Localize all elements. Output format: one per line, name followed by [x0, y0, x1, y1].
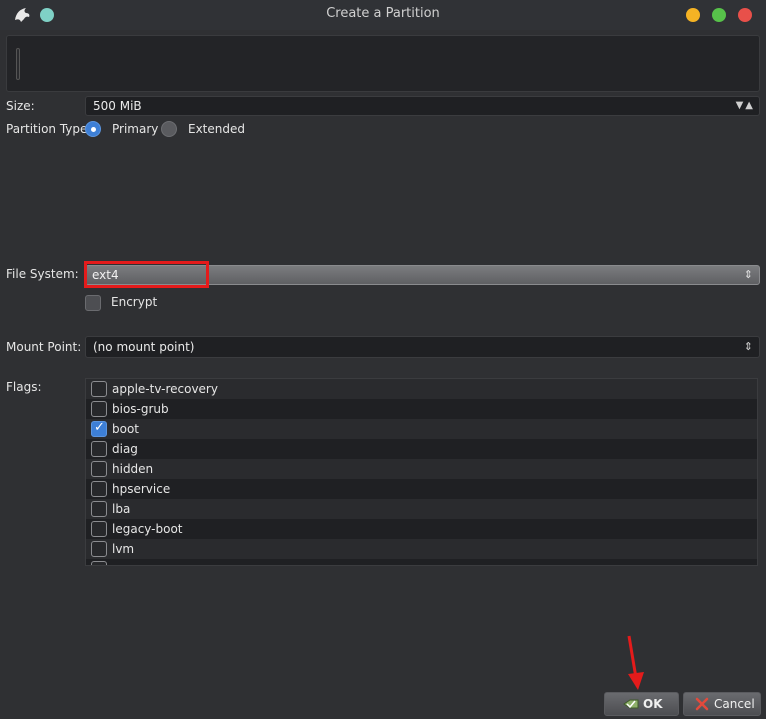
file-system-label: File System: — [6, 267, 79, 281]
flag-checkbox[interactable] — [91, 420, 107, 437]
close-button[interactable] — [738, 8, 752, 22]
flag-name: diag — [112, 442, 138, 456]
primary-radio-label[interactable]: Primary — [112, 122, 158, 136]
spin-arrows-icon[interactable]: ▼▲ — [736, 100, 755, 111]
cancel-icon — [695, 697, 709, 711]
flag-checkbox[interactable] — [91, 461, 107, 477]
flag-name: legacy-boot — [112, 522, 183, 536]
flag-checkbox[interactable] — [91, 441, 107, 457]
list-item[interactable]: legacy-boot — [86, 519, 757, 539]
size-spinbox[interactable]: 500 MiB ▼▲ — [85, 96, 760, 116]
list-item[interactable]: lba — [86, 499, 757, 519]
flag-name: hidden — [112, 462, 154, 476]
primary-radio[interactable] — [85, 121, 101, 137]
flag-checkbox[interactable] — [91, 541, 107, 557]
list-item[interactable]: hidden — [86, 459, 757, 479]
list-item[interactable] — [86, 559, 757, 565]
flag-name: hpservice — [112, 482, 171, 496]
extended-radio[interactable] — [161, 121, 177, 137]
cancel-button[interactable]: Cancel — [683, 692, 761, 716]
flag-name: lvm — [112, 542, 135, 556]
extended-radio-label[interactable]: Extended — [188, 122, 245, 136]
flag-name: boot — [112, 422, 140, 436]
list-item[interactable]: diag — [86, 439, 757, 459]
partition-preview — [6, 35, 760, 92]
mount-point-value: (no mount point) — [93, 340, 195, 354]
flag-checkbox[interactable] — [91, 501, 107, 517]
ok-button[interactable]: OK — [604, 692, 679, 716]
ok-label: OK — [643, 697, 663, 711]
title-bar: Create a Partition — [0, 0, 766, 30]
list-item[interactable]: boot — [86, 419, 757, 439]
flag-name: lba — [112, 502, 131, 516]
list-item[interactable]: lvm — [86, 539, 757, 559]
flags-label: Flags: — [6, 380, 42, 394]
cancel-label: Cancel — [714, 697, 755, 711]
list-item[interactable]: hpservice — [86, 479, 757, 499]
ok-icon — [623, 699, 639, 709]
flag-name: bios-grub — [112, 402, 169, 416]
flag-checkbox[interactable] — [91, 481, 107, 497]
partition-type-label: Partition Type: — [6, 122, 92, 136]
minimize-button[interactable] — [686, 8, 700, 22]
mount-point-combo[interactable]: (no mount point) ⇕ — [85, 336, 760, 358]
encrypt-label[interactable]: Encrypt — [111, 295, 157, 309]
flag-name: apple-tv-recovery — [112, 382, 218, 396]
maximize-button[interactable] — [712, 8, 726, 22]
list-item[interactable]: bios-grub — [86, 399, 757, 419]
annotation-highlight — [84, 261, 209, 288]
flags-list[interactable]: apple-tv-recovery bios-grub boot diag hi… — [85, 378, 758, 566]
red-arrow-icon — [627, 635, 644, 690]
window-title: Create a Partition — [326, 6, 440, 21]
flag-checkbox[interactable] — [91, 401, 107, 417]
updown-icon: ⇕ — [743, 340, 753, 353]
resize-handle[interactable] — [16, 48, 20, 80]
size-value: 500 MiB — [93, 99, 142, 113]
encrypt-checkbox[interactable] — [85, 295, 101, 311]
flag-checkbox[interactable] — [91, 561, 107, 565]
list-item[interactable]: apple-tv-recovery — [86, 379, 757, 399]
flag-checkbox[interactable] — [91, 381, 107, 397]
size-label: Size: — [6, 99, 35, 113]
flag-checkbox[interactable] — [91, 521, 107, 537]
updown-icon: ⇕ — [743, 268, 753, 281]
mount-point-label: Mount Point: — [6, 340, 82, 354]
